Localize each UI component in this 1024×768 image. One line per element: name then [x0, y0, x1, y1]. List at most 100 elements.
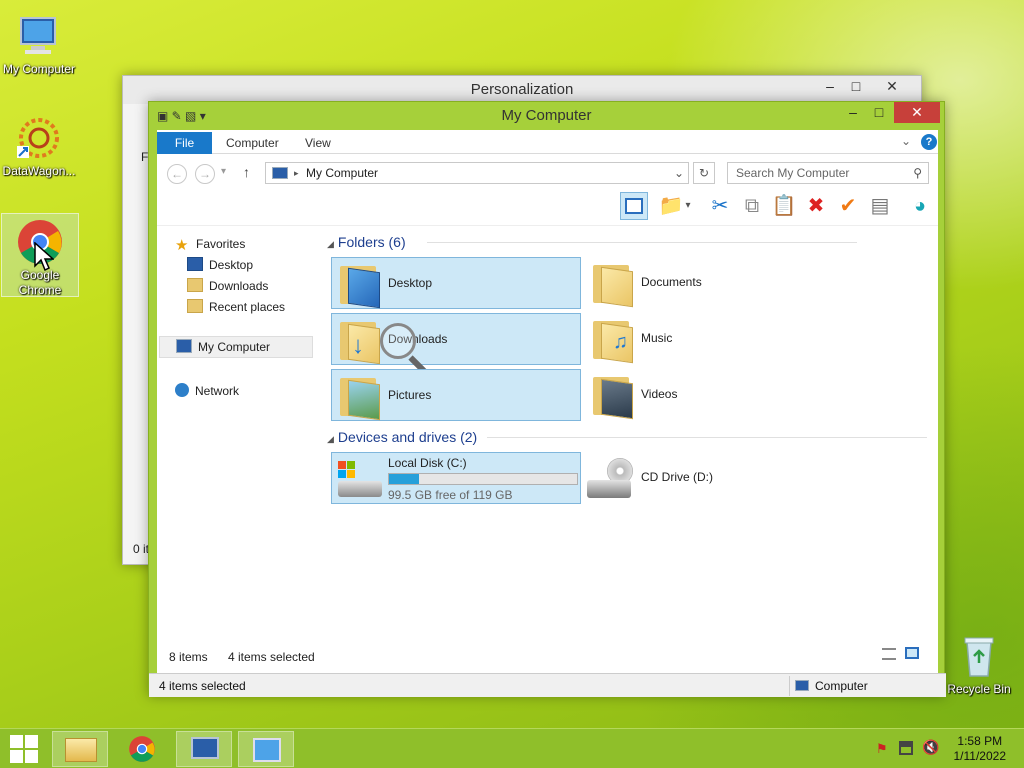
search-input[interactable]: Search My Computer ⚲ [727, 162, 929, 184]
status-selected-count: 4 items selected [228, 650, 315, 664]
properties-icon[interactable]: ▤ [866, 192, 894, 220]
folder-tile-pictures[interactable]: Pictures [331, 369, 581, 421]
datawagon-logo-icon [15, 114, 63, 162]
chrome-icon [129, 736, 155, 762]
mouse-pointer-icon [34, 242, 54, 272]
desktop-icon-datawagon[interactable]: DataWagon... [0, 110, 78, 179]
action-center-flag-icon[interactable]: ⚑ [876, 741, 888, 757]
globe-icon[interactable]: ◕ [906, 192, 934, 220]
window-titlebar[interactable]: ▣ ✎ ▧ ▾ My Computer – □ ✕ [149, 102, 944, 130]
my-computer-window[interactable]: ▣ ✎ ▧ ▾ My Computer – □ ✕ File Computer … [148, 101, 946, 697]
folder-tile-desktop[interactable]: Desktop [331, 257, 581, 309]
dropdown-icon[interactable]: ▾ [681, 192, 695, 220]
nav-desktop[interactable]: Desktop [187, 255, 253, 275]
status-bar-selected: 4 items selected [159, 679, 246, 693]
breadcrumb-separator-icon: ▸ [294, 168, 299, 178]
ribbon-tabs: File Computer View ⌄ ? [157, 130, 938, 154]
tab-file[interactable]: File [157, 132, 212, 154]
content-area: ◢ Folders (6) Desktop Documents ↓ Downloa… [169, 226, 937, 664]
folder-tile-downloads[interactable]: ↓ Downloads [331, 313, 581, 377]
refresh-button[interactable]: ↻ [693, 162, 715, 184]
folder-music-icon: ♫ [591, 317, 633, 364]
collapse-icon: ◢ [327, 239, 334, 249]
windows-logo-icon [10, 735, 38, 763]
group-header-devices[interactable]: ◢ Devices and drives (2) [327, 427, 927, 447]
cd-drive-icon [587, 458, 635, 500]
folder-videos-icon [591, 373, 633, 420]
clock-time: 1:58 PM [957, 734, 1003, 748]
close-button[interactable]: ✕ [871, 76, 913, 97]
nav-favorites[interactable]: ★ Favorites [175, 234, 245, 254]
computer-icon [191, 737, 219, 759]
nav-network[interactable]: Network [175, 381, 239, 401]
preview-pane-button[interactable] [620, 192, 648, 220]
file-explorer-icon [65, 738, 97, 762]
personalization-titlebar[interactable]: Personalization – □ ✕ [123, 76, 921, 104]
tab-computer[interactable]: Computer [226, 132, 279, 154]
computer-small-icon [795, 680, 809, 691]
hard-drive-icon [336, 459, 382, 499]
cut-icon[interactable]: ✂ [706, 192, 734, 220]
taskbar-file-explorer[interactable] [52, 731, 108, 767]
recent-locations-icon[interactable]: ▾ [221, 166, 226, 177]
status-bar-divider [789, 676, 790, 696]
desktop-icon-label: Recycle Bin [947, 682, 1011, 696]
drive-c-usage-fill [389, 474, 420, 484]
start-button[interactable] [0, 731, 48, 767]
details-view-icon[interactable] [882, 648, 896, 660]
address-bar[interactable]: ▸ My Computer ⌄ [265, 162, 689, 184]
folder-tile-music[interactable]: ♫ Music [585, 313, 835, 365]
system-clock[interactable]: 1:58 PM 1/11/2022 [954, 734, 1007, 764]
computer-small-icon [176, 339, 192, 353]
group-header-folders[interactable]: ◢ Folders (6) [327, 232, 857, 252]
quick-access-toolbar: ▣ ✎ ▧ ▾ [157, 109, 206, 123]
nav-recent-places[interactable]: Recent places [187, 297, 285, 317]
folder-tile-documents[interactable]: Documents [585, 257, 835, 309]
explorer-body: File Computer View ⌄ ? ← → ▾ ↑ ▸ My Comp… [149, 130, 946, 697]
forward-button[interactable]: → [195, 164, 215, 184]
back-button[interactable]: ← [167, 164, 187, 184]
maximize-button[interactable]: □ [864, 102, 894, 123]
paste-icon[interactable]: 📋 [770, 192, 798, 220]
desktop-icon-label: Google Chrome [18, 268, 62, 297]
maximize-button[interactable]: □ [841, 76, 871, 97]
tab-view[interactable]: View [305, 132, 331, 154]
status-bar-location: Computer [815, 679, 868, 693]
copy-icon[interactable]: ⧉ [738, 192, 766, 220]
checkmark-icon[interactable]: ✔ [834, 192, 862, 220]
desktop-icon-label: DataWagon... [2, 164, 76, 178]
partial-status: 0 it [133, 542, 150, 556]
up-button[interactable]: ↑ [243, 164, 250, 180]
search-icon: ⚲ [913, 166, 922, 180]
desktop-icon-recycle-bin[interactable]: Recycle Bin [940, 628, 1018, 697]
help-icon[interactable]: ? [921, 134, 937, 150]
folder-downloads-icon: ↓ [338, 318, 380, 365]
large-icons-view-icon[interactable] [905, 647, 919, 659]
folder-desktop-icon [338, 262, 380, 309]
control-panel-icon [253, 738, 281, 762]
drive-tile-local-disk-c[interactable]: Local Disk (C:) 99.5 GB free of 119 GB [331, 452, 581, 504]
address-dropdown-icon[interactable]: ⌄ [674, 163, 684, 183]
desktop-small-icon [187, 257, 203, 271]
taskbar-personalization[interactable] [238, 731, 294, 767]
folder-tile-videos[interactable]: Videos [585, 369, 835, 421]
drive-tile-cd-drive-d[interactable]: CD Drive (D:) [585, 452, 835, 504]
desktop-icon-my-computer[interactable]: My Computer [0, 8, 78, 77]
network-tray-icon[interactable] [899, 741, 913, 755]
nav-my-computer[interactable]: My Computer [159, 336, 313, 358]
close-button[interactable]: ✕ [894, 102, 940, 123]
taskbar-my-computer[interactable] [176, 731, 232, 767]
delete-icon[interactable]: ✖ [802, 192, 830, 220]
magnifier-cursor-icon [380, 323, 416, 359]
status-item-count: 8 items [169, 650, 208, 664]
network-icon [175, 383, 189, 397]
window-title: My Computer [501, 107, 592, 124]
volume-muted-icon[interactable]: 🔇 [922, 739, 939, 756]
nav-downloads[interactable]: Downloads [187, 276, 268, 296]
collapse-icon: ◢ [327, 434, 334, 444]
drive-c-free-space: 99.5 GB free of 119 GB [388, 488, 513, 502]
taskbar-chrome[interactable] [114, 731, 170, 767]
window-title: Personalization [470, 81, 574, 98]
ribbon-expand-icon[interactable]: ⌄ [901, 134, 911, 148]
folder-pictures-icon [338, 374, 380, 421]
